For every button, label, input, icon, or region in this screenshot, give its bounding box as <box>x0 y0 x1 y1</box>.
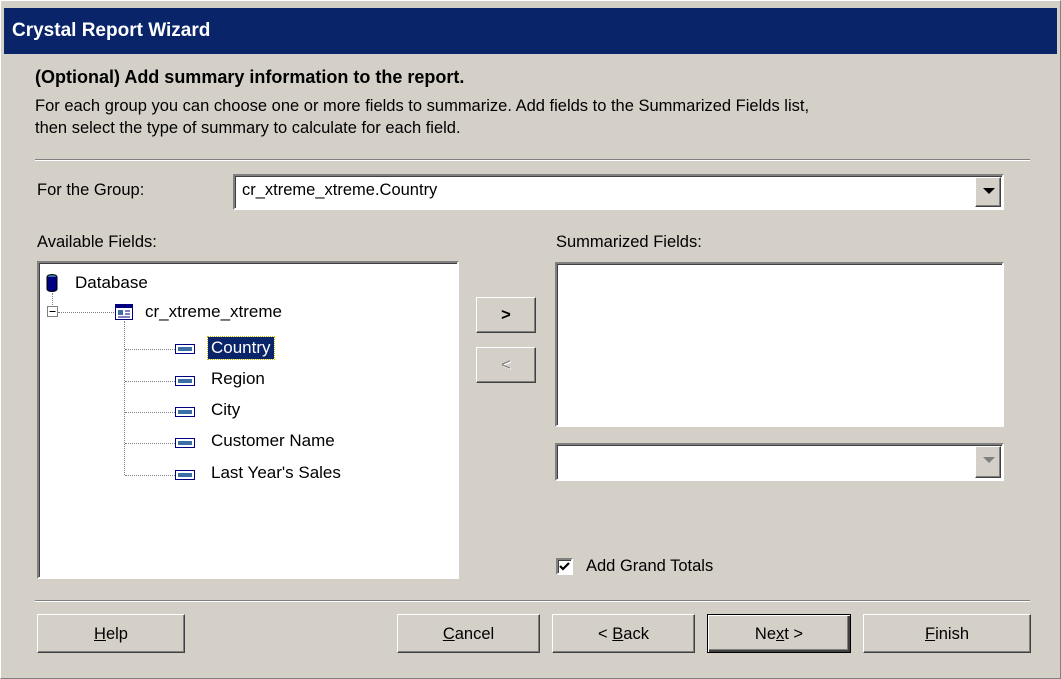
add-field-button[interactable]: > <box>476 297 536 333</box>
chevron-down-icon[interactable] <box>975 177 1001 207</box>
next-button-label: Next > <box>754 625 804 643</box>
tree-connector <box>124 321 125 475</box>
available-fields-label: Available Fields: <box>37 233 157 251</box>
group-select-value: cr_xtreme_xtreme.Country <box>242 181 438 199</box>
title-bar: Crystal Report Wizard <box>4 8 1057 54</box>
tree-connector <box>125 475 175 476</box>
tree-connector <box>125 443 175 444</box>
tree-connector <box>125 412 175 413</box>
field-icon <box>175 376 195 386</box>
tree-root-label: Database <box>75 273 148 292</box>
tree-connector <box>125 349 175 350</box>
grand-totals-label: Add Grand Totals <box>586 557 714 575</box>
field-item-region[interactable]: Region <box>211 369 265 389</box>
field-item-label: City <box>211 400 241 419</box>
finish-button[interactable]: Finish <box>863 614 1031 653</box>
collapse-icon[interactable] <box>47 306 58 317</box>
tree-root-database[interactable]: Database <box>75 273 148 293</box>
checkmark-icon <box>559 562 570 571</box>
add-field-button-label: > <box>501 306 511 324</box>
field-icon <box>175 470 195 480</box>
grand-totals-checkbox[interactable] <box>556 558 573 575</box>
tree-connector <box>52 293 53 307</box>
tree-table-label: cr_xtreme_xtreme <box>145 302 282 321</box>
field-item-customer-name[interactable]: Customer Name <box>211 431 335 451</box>
database-icon <box>46 274 58 292</box>
field-item-last-years-sales[interactable]: Last Year's Sales <box>211 463 341 483</box>
field-icon <box>175 344 195 354</box>
finish-button-label: Finish <box>924 625 970 643</box>
remove-field-button-label: < <box>501 356 511 374</box>
summarized-fields-list[interactable] <box>555 262 1004 427</box>
field-item-label: Country <box>211 338 271 357</box>
field-item-country[interactable]: Country <box>207 336 275 360</box>
field-item-label: Region <box>211 369 265 388</box>
window-title: Crystal Report Wizard <box>12 20 211 41</box>
back-button[interactable]: < Back <box>552 614 695 653</box>
header-separator <box>35 159 1030 161</box>
help-button-label: Help <box>94 625 128 643</box>
group-select[interactable]: cr_xtreme_xtreme.Country <box>233 174 1004 210</box>
help-button[interactable]: Help <box>37 614 185 653</box>
field-item-label: Customer Name <box>211 431 335 450</box>
cancel-button-label: Cancel <box>442 625 495 643</box>
field-icon <box>175 407 195 417</box>
tree-connector <box>125 381 175 382</box>
next-button[interactable]: Next > <box>707 614 851 653</box>
group-label: For the Group: <box>37 181 145 199</box>
field-item-city[interactable]: City <box>211 400 240 420</box>
description-line-2: then select the type of summary to calcu… <box>35 119 461 137</box>
page-description: For each group you can choose one or mor… <box>35 95 1035 139</box>
footer-separator <box>35 600 1030 602</box>
tree-table-node[interactable]: cr_xtreme_xtreme <box>145 302 282 322</box>
remove-field-button[interactable]: < <box>476 347 536 383</box>
summarized-fields-label: Summarized Fields: <box>556 233 702 251</box>
chevron-down-icon[interactable] <box>975 446 1001 478</box>
tree-connector <box>58 312 114 313</box>
field-item-label: Last Year's Sales <box>211 463 341 482</box>
summary-type-select[interactable] <box>555 443 1004 481</box>
table-icon <box>115 304 133 320</box>
field-icon <box>175 438 195 448</box>
page-heading: (Optional) Add summary information to th… <box>35 67 465 87</box>
cancel-button[interactable]: Cancel <box>397 614 540 653</box>
back-button-label: < Back <box>598 625 649 643</box>
description-line-1: For each group you can choose one or mor… <box>35 97 810 115</box>
available-fields-tree[interactable]: Database cr_xtreme_xtreme Country Region… <box>37 261 459 579</box>
